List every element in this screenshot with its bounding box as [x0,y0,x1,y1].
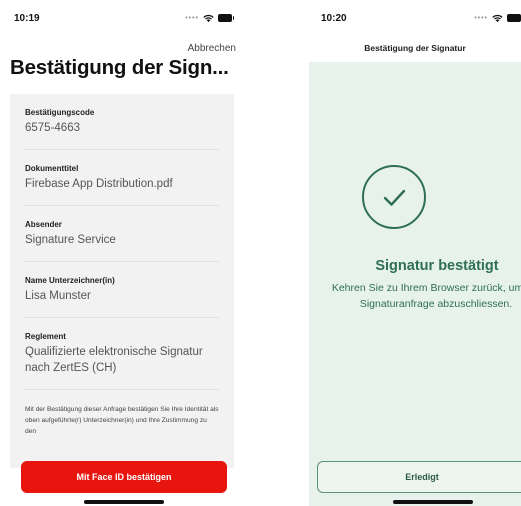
status-time: 10:20 [321,12,347,24]
status-icons: •••• [474,14,521,23]
field-label: Name Unterzeichner(in) [25,276,115,285]
confirm-face-id-button[interactable]: Mit Face ID bestätigen [21,461,227,493]
wifi-icon [492,14,503,22]
field-sender: Absender Signature Service [25,206,219,262]
status-bar: 10:19 •••• [14,8,234,28]
field-regulation: Reglement Qualifizierte elektronische Si… [25,318,219,390]
checkmark-circle-icon [362,165,426,229]
signal-dots-icon: •••• [474,14,488,22]
wifi-icon [203,14,214,22]
field-document-title: Dokumenttitel Firebase App Distribution.… [25,150,219,206]
field-value: Lisa Munster [25,290,91,302]
success-panel: Signatur bestätigt Kehren Sie zu Ihrem B… [309,62,521,506]
field-value: Qualifizierte elektronische Signatur nac… [25,346,203,374]
success-screen: 10:20 •••• Bestätigung der Signatur Sign… [309,0,521,506]
field-label: Reglement [25,332,66,341]
field-value: Signature Service [25,234,116,246]
status-time: 10:19 [14,12,40,24]
battery-icon [507,14,521,22]
confirmation-screen: 10:19 •••• Abbrechen Bestätigung der Sig… [0,0,244,506]
field-value: 6575-4663 [25,122,80,134]
details-panel[interactable]: Bestätigungscode 6575-4663 Dokumenttitel… [10,94,234,468]
success-message: Kehren Sie zu Ihrem Browser zurück, um d… [331,282,521,310]
field-confirmation-code: Bestätigungscode 6575-4663 [25,94,219,150]
success-title: Signatur bestätigt [375,258,499,274]
screenshot-stage: 10:19 •••• Abbrechen Bestätigung der Sig… [0,0,521,506]
battery-icon [218,14,234,22]
nav-title: Bestätigung der Signatur [364,43,466,53]
cancel-button[interactable]: Abbrechen [188,43,236,54]
field-label: Dokumenttitel [25,164,79,173]
page-title: Bestätigung der Sign... [10,56,229,79]
field-value: Firebase App Distribution.pdf [25,178,173,190]
field-label: Absender [25,220,62,229]
home-indicator [84,500,164,504]
field-signer-name: Name Unterzeichner(in) Lisa Munster [25,262,219,318]
home-indicator [393,500,473,504]
status-icons: •••• [185,14,234,23]
status-bar: 10:20 •••• [321,8,521,28]
disclaimer-text: Mit der Bestätigung dieser Anfrage bestä… [25,406,219,435]
field-label: Bestätigungscode [25,108,95,117]
done-button[interactable]: Erledigt [317,461,521,493]
signal-dots-icon: •••• [185,14,199,22]
